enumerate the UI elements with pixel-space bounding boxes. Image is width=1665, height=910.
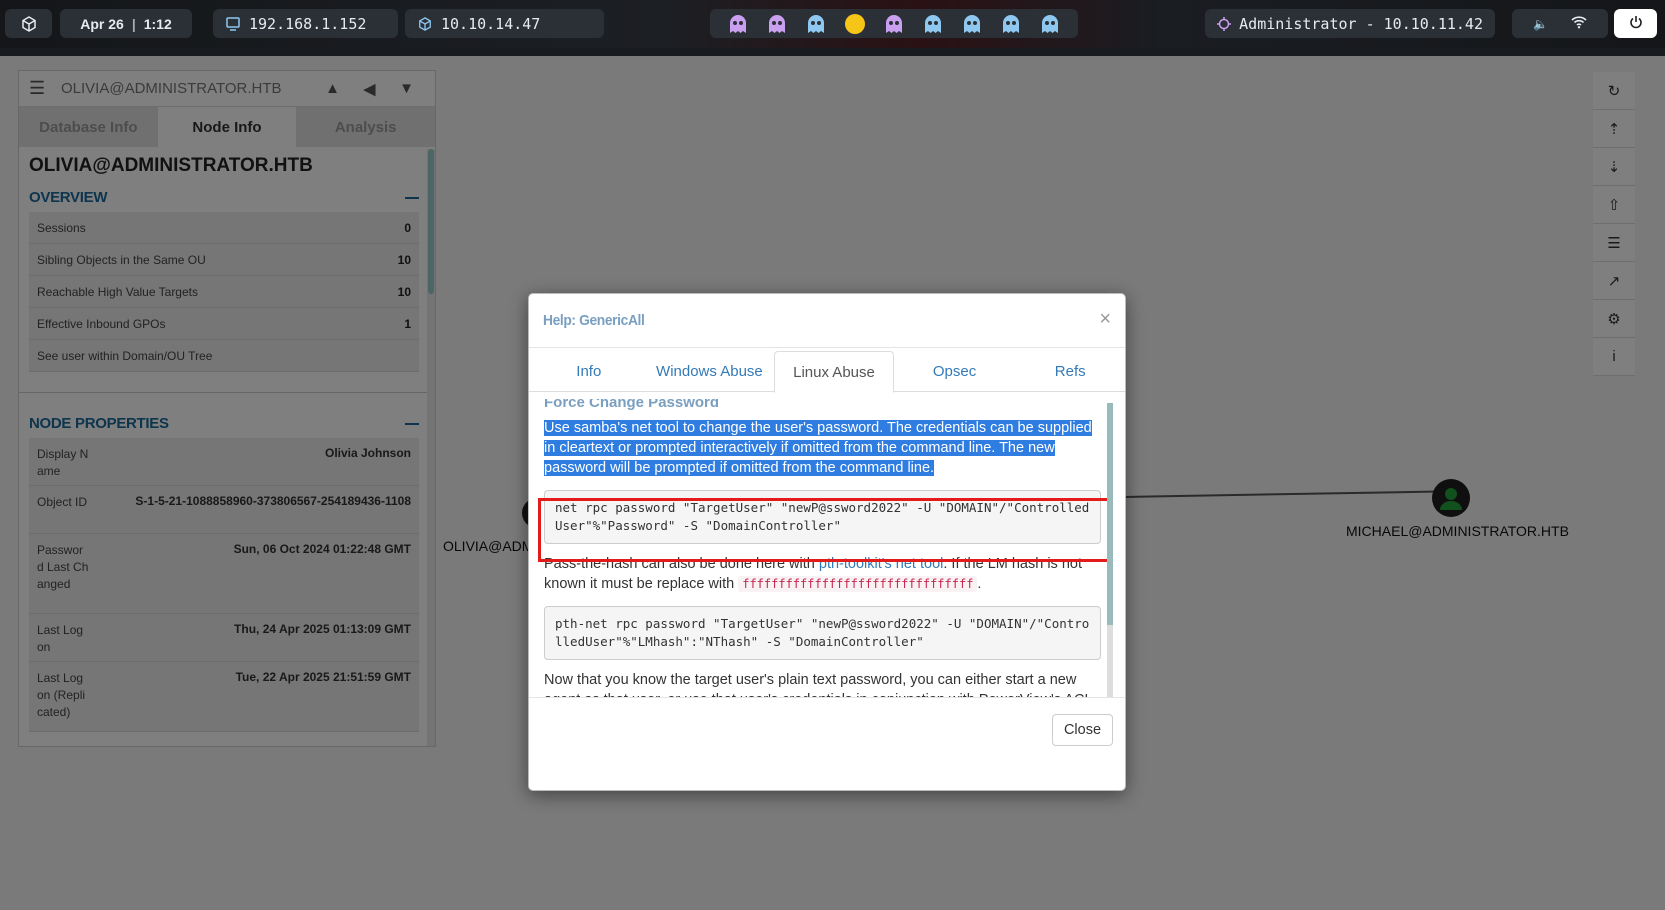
tab-info[interactable]: Info bbox=[533, 351, 645, 392]
code-block-pth-net[interactable]: pth-net rpc password "TargetUser" "newP@… bbox=[544, 606, 1101, 660]
red-highlight-box bbox=[538, 498, 1110, 562]
workspace-switcher[interactable] bbox=[710, 9, 1078, 38]
code-block-net-rpc-wrap: net rpc password "TargetUser" "newP@sswo… bbox=[538, 490, 1110, 562]
power-icon bbox=[1629, 15, 1643, 33]
cube-icon bbox=[21, 15, 36, 32]
system-tray[interactable]: 🔈 bbox=[1512, 9, 1608, 38]
local-ip-text: 192.168.1.152 bbox=[249, 14, 367, 33]
modal-footer: Close bbox=[529, 698, 1125, 790]
close-button[interactable]: Close bbox=[1052, 714, 1113, 746]
tab-refs[interactable]: Refs bbox=[1015, 351, 1125, 392]
selected-text: Use samba's net tool to change the user'… bbox=[544, 420, 1092, 476]
scrollbar-thumb[interactable] bbox=[1107, 403, 1113, 625]
target-widget[interactable]: Administrator - 10.10.11.42 bbox=[1205, 9, 1495, 38]
modal-scrollbar[interactable] bbox=[1107, 403, 1113, 697]
workspace-9-ghost-icon[interactable] bbox=[1040, 13, 1060, 34]
crosshair-icon bbox=[1217, 16, 1232, 32]
paragraph-net-tool: Use samba's net tool to change the user'… bbox=[544, 418, 1101, 478]
app-menu-button[interactable] bbox=[5, 9, 52, 38]
active-workspace-dot-icon[interactable] bbox=[844, 13, 865, 34]
paragraph-next-steps: Now that you know the target user's plai… bbox=[544, 672, 1092, 697]
workspace-7-ghost-icon[interactable] bbox=[962, 13, 982, 34]
linux-abuse-content: Force Change Password Use samba's net to… bbox=[538, 399, 1110, 697]
monitor-icon bbox=[225, 16, 241, 32]
tab-windows-abuse[interactable]: Windows Abuse bbox=[645, 351, 775, 392]
wifi-icon[interactable] bbox=[1571, 15, 1587, 33]
desktop-top-bar: Apr 26 | 1:12 192.168.1.152 10.10.14.47 … bbox=[0, 0, 1665, 48]
target-text: Administrator - 10.10.11.42 bbox=[1239, 14, 1483, 33]
tab-opsec[interactable]: Opsec bbox=[894, 351, 1016, 392]
time-text: 1:12 bbox=[143, 15, 172, 32]
clock[interactable]: Apr 26 | 1:12 bbox=[60, 9, 192, 38]
sub-heading: Force Change Password bbox=[544, 399, 720, 411]
clock-separator: | bbox=[131, 15, 136, 32]
volume-icon[interactable]: 🔈 bbox=[1533, 17, 1548, 31]
workspace-8-ghost-icon[interactable] bbox=[1001, 13, 1021, 34]
workspace-1-ghost-icon[interactable] bbox=[728, 13, 748, 34]
modal-body: Force Change Password Use samba's net to… bbox=[529, 392, 1125, 698]
workspace-6-ghost-icon[interactable] bbox=[923, 13, 943, 34]
close-icon[interactable]: × bbox=[1099, 308, 1111, 331]
workspace-2-ghost-icon[interactable] bbox=[767, 13, 787, 34]
vpn-ip-text: 10.10.14.47 bbox=[441, 14, 541, 33]
modal-tabs: Info Windows Abuse Linux Abuse Opsec Ref… bbox=[529, 351, 1125, 393]
local-ip-widget[interactable]: 192.168.1.152 bbox=[213, 9, 398, 38]
workspace-5-ghost-icon[interactable] bbox=[884, 13, 904, 34]
date-text: Apr 26 bbox=[80, 15, 124, 32]
lm-hash-code: ffffffffffffffffffffffffffffffff bbox=[738, 576, 978, 592]
tab-linux-abuse[interactable]: Linux Abuse bbox=[774, 351, 894, 393]
power-button[interactable] bbox=[1614, 9, 1657, 38]
pth-text-c: . bbox=[977, 576, 982, 592]
modal-title: Help: GenericAll bbox=[543, 312, 645, 329]
workspace-3-ghost-icon[interactable] bbox=[806, 13, 826, 34]
vpn-ip-widget[interactable]: 10.10.14.47 bbox=[405, 9, 604, 38]
help-modal: Help: GenericAll × Info Windows Abuse Li… bbox=[528, 293, 1126, 791]
vpn-cube-icon bbox=[417, 16, 433, 32]
modal-header: Help: GenericAll × bbox=[529, 294, 1125, 348]
